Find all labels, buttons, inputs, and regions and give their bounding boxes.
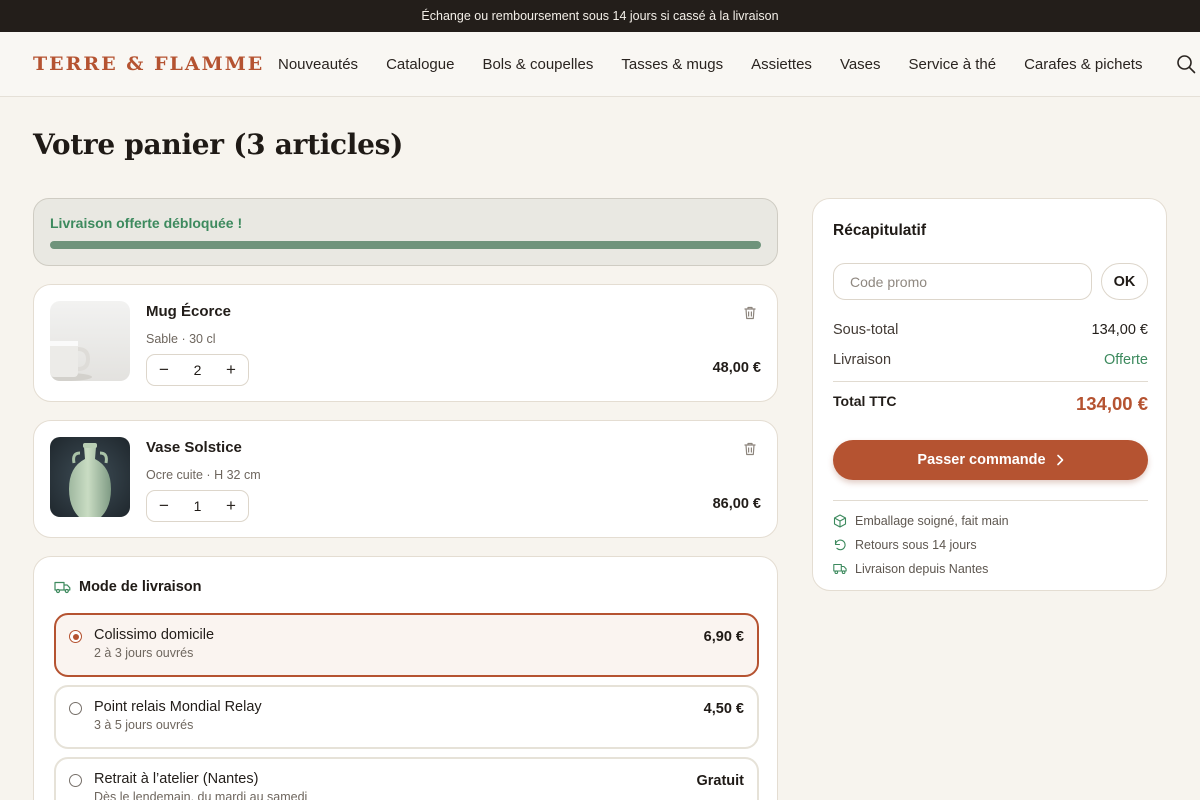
search-icon[interactable]: [1176, 54, 1196, 74]
perk-item: Retours sous 14 jours: [833, 533, 1009, 557]
order-summary: Récapitulatif OK Sous-total 134,00 € Liv…: [812, 198, 1167, 591]
nav-item-tasses[interactable]: Tasses & mugs: [621, 56, 723, 73]
perks-list: Emballage soigné, fait main Retours sous…: [833, 509, 1009, 581]
truck-icon: [54, 581, 71, 594]
total-value: 134,00 €: [1075, 393, 1148, 414]
product-image-vase[interactable]: [50, 437, 130, 517]
quantity-stepper: − 1 +: [146, 490, 249, 522]
item-price: 86,00 €: [712, 496, 761, 512]
option-subtext: Dès le lendemain, du mardi au samedi: [94, 790, 308, 800]
cart-item-vase: Vase Solstice Ocre cuite · H 32 cm − 1 +…: [33, 420, 778, 538]
perk-item: Emballage soigné, fait main: [833, 509, 1009, 533]
perk-text: Emballage soigné, fait main: [855, 514, 1009, 528]
trash-icon[interactable]: [742, 441, 758, 457]
option-name: Retrait à l’atelier (Nantes): [94, 771, 259, 787]
option-price: 4,50 €: [703, 701, 744, 717]
radio-selected[interactable]: [69, 630, 82, 643]
option-name: Colissimo domicile: [94, 627, 215, 643]
free-shipping-text: Livraison offerte débloquée !: [50, 215, 243, 231]
option-subtext: 3 à 5 jours ouvrés: [94, 718, 194, 732]
quantity-value: 1: [193, 498, 202, 514]
shipping-row: Livraison Offerte: [833, 352, 1148, 368]
delivery-section: Mode de livraison Colissimo domicile 2 à…: [33, 556, 778, 800]
decrease-button[interactable]: −: [157, 496, 171, 516]
subtotal-row: Sous-total 134,00 €: [833, 322, 1148, 338]
nav-item-catalogue[interactable]: Catalogue: [386, 56, 454, 73]
item-price: 48,00 €: [712, 360, 761, 376]
perk-item: Livraison depuis Nantes: [833, 557, 1009, 581]
option-price: 6,90 €: [703, 629, 744, 645]
subtotal-value: 134,00 €: [1091, 322, 1148, 338]
checkout-label: Passer commande: [917, 452, 1046, 468]
page-title: Votre panier (3 articles): [33, 128, 404, 161]
nav-item-vases[interactable]: Vases: [840, 56, 881, 73]
perk-text: Livraison depuis Nantes: [855, 562, 989, 576]
quantity-stepper: − 2 +: [146, 354, 249, 386]
increase-button[interactable]: +: [224, 496, 238, 516]
product-image-mug[interactable]: [50, 301, 130, 381]
summary-title: Récapitulatif: [833, 222, 927, 239]
nav-item-nouveautes[interactable]: Nouveautés: [278, 56, 358, 73]
total-label: Total TTC: [833, 393, 897, 409]
radio-unselected[interactable]: [69, 774, 82, 787]
option-subtext: 2 à 3 jours ouvrés: [94, 646, 194, 660]
cart-item-mug: Mug Écorce Sable · 30 cl − 2 + 48,00 €: [33, 284, 778, 402]
promo-code-input[interactable]: [833, 263, 1092, 300]
delivery-option-colissimo[interactable]: Colissimo domicile 2 à 3 jours ouvrés 6,…: [54, 613, 759, 677]
chevron-right-icon: [1056, 454, 1063, 466]
checkout-button[interactable]: Passer commande: [833, 440, 1148, 480]
shipping-label: Livraison: [833, 352, 892, 368]
free-shipping-progress: [50, 241, 761, 249]
option-price: Gratuit: [696, 773, 744, 789]
nav-links: Nouveautés Catalogue Bols & coupelles Ta…: [278, 56, 1142, 73]
quantity-value: 2: [193, 362, 202, 378]
subtotal-label: Sous-total: [833, 322, 899, 338]
announcement-bar: Échange ou remboursement sous 14 jours s…: [0, 0, 1200, 32]
main-nav: TERRE & FLAMME Nouveautés Catalogue Bols…: [0, 32, 1200, 97]
nav-item-assiettes[interactable]: Assiettes: [751, 56, 812, 73]
total-row: Total TTC 134,00 €: [833, 393, 1148, 415]
announcement-text: Échange ou remboursement sous 14 jours s…: [421, 9, 779, 23]
item-name[interactable]: Vase Solstice: [146, 439, 242, 456]
summary-divider: [833, 381, 1148, 382]
delivery-title: Mode de livraison: [54, 579, 201, 595]
option-name: Point relais Mondial Relay: [94, 699, 262, 715]
trash-icon[interactable]: [742, 305, 758, 321]
shipping-value: Offerte: [1103, 352, 1148, 368]
truck-icon: [833, 563, 847, 575]
nav-item-bols[interactable]: Bols & coupelles: [482, 56, 593, 73]
delivery-option-mondial-relay[interactable]: Point relais Mondial Relay 3 à 5 jours o…: [54, 685, 759, 749]
item-variant: Sable · 30 cl: [146, 332, 216, 346]
item-variant: Ocre cuite · H 32 cm: [146, 468, 261, 482]
package-icon: [833, 514, 847, 528]
promo-apply-button[interactable]: OK: [1101, 263, 1148, 300]
return-arrow-icon: [834, 539, 846, 551]
free-shipping-banner: Livraison offerte débloquée !: [33, 198, 778, 266]
delivery-title-text: Mode de livraison: [79, 579, 202, 595]
increase-button[interactable]: +: [224, 360, 238, 380]
nav-item-carafes[interactable]: Carafes & pichets: [1024, 56, 1142, 73]
decrease-button[interactable]: −: [157, 360, 171, 380]
brand-logo[interactable]: TERRE & FLAMME: [33, 53, 278, 75]
radio-unselected[interactable]: [69, 702, 82, 715]
perk-text: Retours sous 14 jours: [855, 538, 977, 552]
delivery-option-atelier[interactable]: Retrait à l’atelier (Nantes) Dès le lend…: [54, 757, 759, 800]
item-name[interactable]: Mug Écorce: [146, 303, 231, 320]
perks-divider: [833, 500, 1148, 501]
nav-item-service-the[interactable]: Service à thé: [909, 56, 997, 73]
